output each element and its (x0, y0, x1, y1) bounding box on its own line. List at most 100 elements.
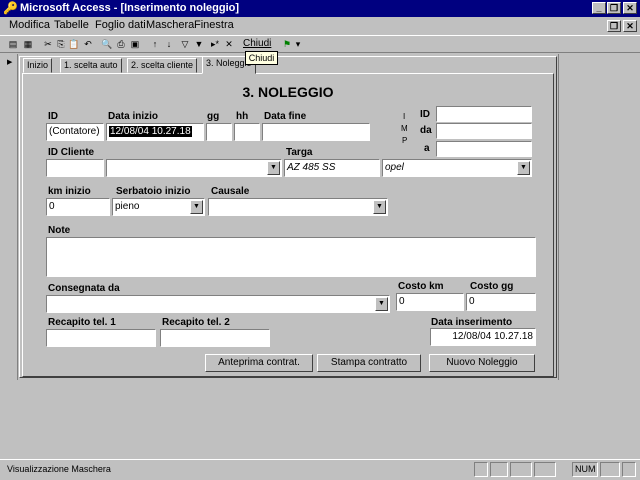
label-costo-gg: Costo gg (470, 281, 514, 292)
label-consegnata-da: Consegnata da (48, 283, 120, 294)
close-button[interactable]: ✕ (623, 2, 637, 14)
window-title: Microsoft Access - [Inserimento noleggio… (20, 2, 240, 14)
undo-icon[interactable]: ↶ (81, 37, 95, 51)
recapito-1-field[interactable] (46, 329, 156, 347)
hh-field[interactable] (234, 123, 260, 141)
tab-inizio[interactable]: Inizio (23, 58, 53, 73)
copy-icon[interactable]: ⎘ (54, 37, 68, 51)
label-km-inizio: km inizio (48, 186, 91, 197)
label-note: Note (48, 225, 71, 236)
consegnata-da-combo[interactable]: ▼ (46, 295, 390, 313)
nuovo-noleggio-button[interactable]: Nuovo Noleggio (429, 354, 535, 372)
label-recapito-1: Recapito tel. 1 (48, 317, 116, 328)
label-id-cliente: ID Cliente (48, 147, 95, 158)
minimize-button[interactable]: _ (592, 2, 606, 14)
record-pointer-icon: ▶ (7, 59, 13, 66)
doc-close-button[interactable]: ✕ (623, 20, 637, 32)
status-indicator-1 (474, 462, 488, 477)
data-inizio-value: 12/08/04 10.27.18 (109, 126, 192, 137)
menu-maschera[interactable]: Maschera (146, 19, 194, 31)
serbatoio-value: pieno (115, 201, 140, 212)
data-fine-field[interactable] (262, 123, 370, 141)
restore-button[interactable]: ❐ (607, 2, 621, 14)
km-inizio-field[interactable]: 0 (46, 198, 110, 216)
filter-selection-icon[interactable]: ▽ (178, 37, 192, 51)
label-id: ID (48, 111, 58, 122)
modello-combo[interactable]: opel ▼ (382, 159, 532, 177)
label-imp-id: ID (420, 109, 430, 120)
label-serbatoio-inizio: Serbatoio inizio (116, 186, 191, 197)
costo-gg-field[interactable]: 0 (466, 293, 536, 311)
label-imp-i: I (403, 112, 406, 121)
stampa-contratto-button[interactable]: Stampa contratto (317, 354, 421, 372)
cliente-combo[interactable]: ▼ (106, 159, 282, 177)
print-icon[interactable]: ⎙ (114, 37, 128, 51)
tab-scelta-cliente[interactable]: 2. scelta cliente (127, 58, 198, 73)
label-costo-km: Costo km (398, 281, 444, 292)
menu-bar: Modifica Tabelle Foglio dati Maschera Fi… (0, 17, 640, 35)
status-indicator-2 (490, 462, 508, 477)
causale-combo[interactable]: ▼ (208, 198, 388, 216)
label-imp-p: P (402, 136, 408, 145)
access-key-icon: 🔑 (3, 1, 18, 15)
paste-icon[interactable]: 📋 (67, 37, 81, 51)
label-imp-a: a (424, 143, 430, 154)
title-bar: 🔑 Microsoft Access - [Inserimento nolegg… (0, 0, 640, 17)
doc-restore-button[interactable]: ❐ (607, 20, 621, 32)
modello-dropdown-icon[interactable]: ▼ (517, 161, 530, 175)
data-inizio-field[interactable]: 12/08/04 10.27.18 (106, 123, 204, 141)
label-data-fine: Data fine (264, 111, 307, 122)
recapito-2-field[interactable] (160, 329, 270, 347)
toolbar: ▤ ▦ ✂ ⎘ 📋 ↶ 🔍 ⎙ ▣ ↑ ↓ ▽ ▼ ▸* ✕ Chiudi ⚑ … (0, 35, 640, 53)
delete-record-icon[interactable]: ✕ (222, 37, 236, 51)
form-view-icon[interactable]: ▤ (6, 37, 20, 51)
status-text: Visualizzazione Maschera (7, 464, 111, 474)
label-imp-m: M (401, 124, 408, 133)
chiudi-button[interactable]: Chiudi (243, 38, 271, 49)
new-record-icon[interactable]: ▸* (208, 37, 222, 51)
form-heading: 3. NOLEGGIO (242, 84, 334, 100)
gg-field[interactable] (206, 123, 232, 141)
serbatoio-combo[interactable]: pieno ▼ (112, 198, 205, 216)
menu-modifica[interactable]: Modifica (9, 19, 50, 31)
datasheet-icon[interactable]: ▦ (21, 37, 35, 51)
sort-asc-icon[interactable]: ↑ (148, 37, 162, 51)
cut-icon[interactable]: ✂ (41, 37, 55, 51)
label-hh: hh (236, 111, 249, 122)
menu-foglio-dati[interactable]: Foglio dati (95, 19, 146, 31)
note-field[interactable] (46, 237, 536, 277)
tab-scelta-auto[interactable]: 1. scelta auto (60, 58, 122, 73)
menu-finestra[interactable]: Finestra (194, 19, 234, 31)
costo-km-field[interactable]: 0 (396, 293, 464, 311)
modello-value: opel (385, 162, 404, 173)
save-icon[interactable]: ▣ (128, 37, 142, 51)
cliente-dropdown-icon[interactable]: ▼ (267, 161, 280, 175)
id-field[interactable]: (Contatore) (46, 123, 104, 141)
data-inserimento-field[interactable]: 12/08/04 10.27.18 (430, 328, 536, 346)
label-targa: Targa (286, 147, 313, 158)
sort-desc-icon[interactable]: ↓ (162, 37, 176, 51)
label-gg: gg (207, 111, 220, 122)
id-cliente-field[interactable] (46, 159, 104, 177)
consegnata-da-dropdown-icon[interactable]: ▼ (375, 297, 388, 311)
print-preview-icon[interactable]: 🔍 (100, 37, 114, 51)
menu-tabelle[interactable]: Tabelle (54, 19, 89, 31)
anteprima-contratto-button[interactable]: Anteprima contrat. (205, 354, 313, 372)
status-indicator-4 (534, 462, 556, 477)
tooltip: Chiudi (245, 51, 278, 65)
filter-icon[interactable]: ▼ (192, 37, 206, 51)
dropdown-arrow-icon[interactable]: ▾ (291, 37, 305, 51)
imp-id-field[interactable] (436, 106, 532, 122)
mdi-background (0, 380, 640, 458)
serbatoio-dropdown-icon[interactable]: ▼ (190, 200, 203, 214)
status-indicator-5 (600, 462, 620, 477)
label-imp-da: da (420, 125, 432, 136)
targa-field[interactable]: AZ 485 SS (284, 159, 380, 177)
record-selector[interactable] (0, 54, 18, 380)
label-data-inserimento: Data inserimento (431, 317, 513, 328)
label-recapito-2: Recapito tel. 2 (162, 317, 230, 328)
imp-a-field[interactable] (436, 141, 532, 157)
causale-dropdown-icon[interactable]: ▼ (373, 200, 386, 214)
label-data-inizio: Data inizio (108, 111, 159, 122)
imp-da-field[interactable] (436, 123, 532, 139)
